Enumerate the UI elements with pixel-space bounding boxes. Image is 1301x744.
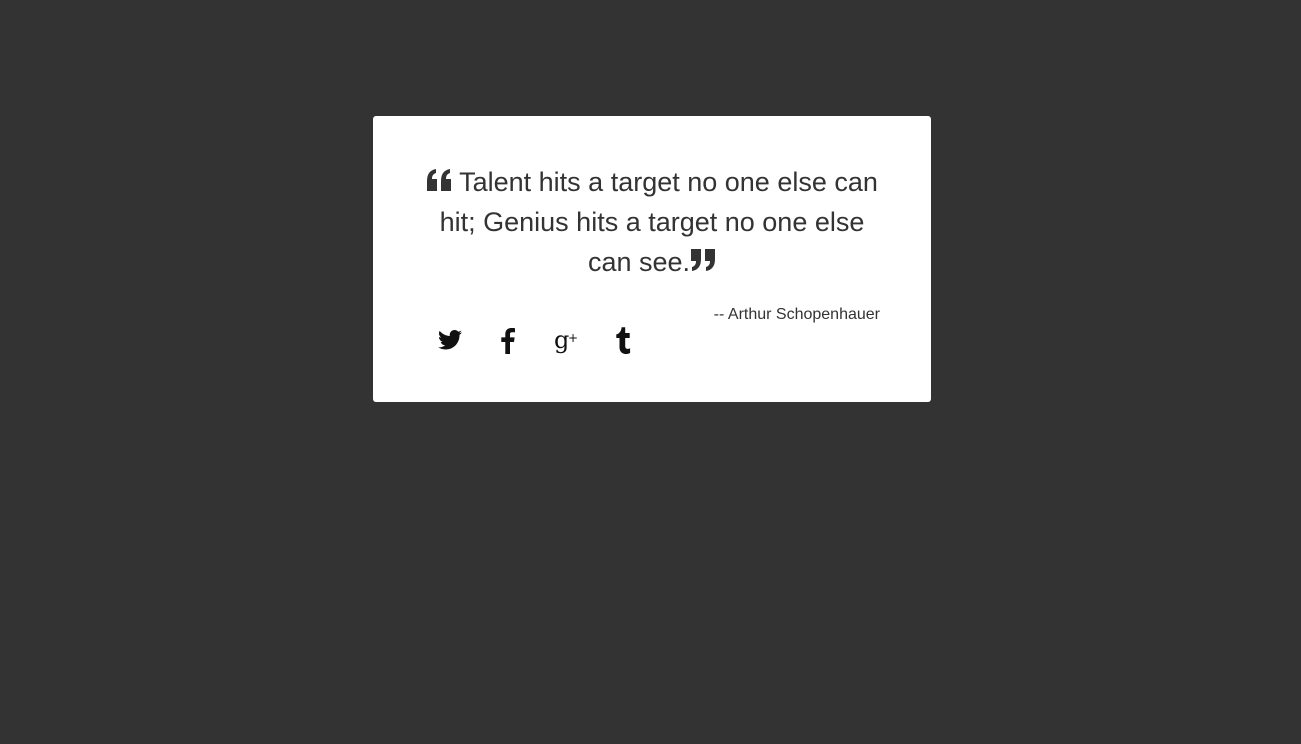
quote-left-icon — [426, 168, 452, 192]
share-buttons: g + — [435, 322, 667, 358]
tumblr-share-button[interactable] — [609, 322, 639, 358]
quote-right-icon — [690, 248, 716, 272]
svg-text:+: + — [568, 331, 578, 345]
quote-card: Talent hits a target no one else can hit… — [373, 116, 931, 402]
tumblr-icon — [616, 327, 631, 354]
quote-text-block: Talent hits a target no one else can hit… — [423, 162, 881, 282]
twitter-share-button[interactable] — [435, 322, 465, 358]
facebook-icon — [501, 327, 515, 354]
google-plus-icon: g + — [554, 326, 578, 354]
google-plus-share-button[interactable]: g + — [551, 322, 581, 358]
twitter-icon — [438, 330, 462, 350]
quote-author: -- Arthur Schopenhauer — [713, 306, 880, 323]
facebook-share-button[interactable] — [493, 322, 523, 358]
quote-text: Talent hits a target no one else can hit… — [439, 167, 878, 277]
